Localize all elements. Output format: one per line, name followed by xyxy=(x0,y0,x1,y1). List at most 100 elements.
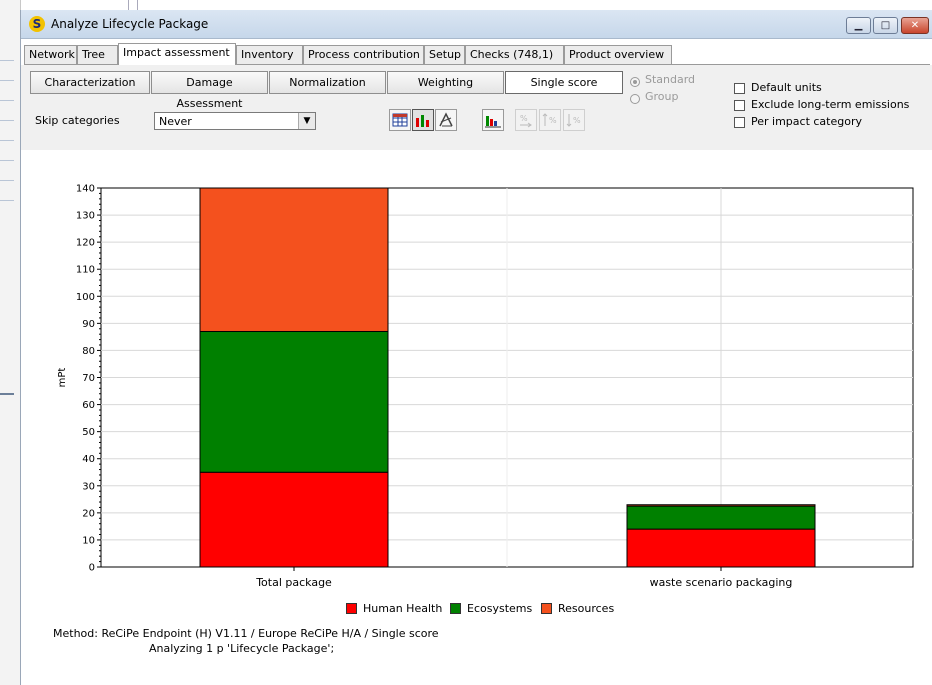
minimize-button[interactable]: ▁ xyxy=(846,17,871,34)
analyzing-text: Analyzing 1 p 'Lifecycle Package'; xyxy=(149,642,335,655)
percent-arrow-icon: % xyxy=(520,114,532,128)
subtab-weighting[interactable]: Weighting xyxy=(387,71,504,94)
background-line xyxy=(0,140,14,141)
background-line xyxy=(0,100,14,101)
subtab-normalization[interactable]: Normalization xyxy=(269,71,386,94)
chart-options-button[interactable] xyxy=(435,109,457,131)
legend-label-ecosystems: Ecosystems xyxy=(467,602,533,615)
skip-categories-label: Skip categories xyxy=(35,114,120,127)
x-tick-label: Total package xyxy=(255,576,332,589)
tab-tree[interactable]: Tree xyxy=(77,45,118,64)
bar-ecosystems xyxy=(199,330,389,473)
legend-swatch-human-health xyxy=(346,603,357,614)
default-units-checkbox[interactable] xyxy=(734,83,745,94)
y-tick-label: 30 xyxy=(82,481,95,492)
sort-descending-percent-button[interactable]: % xyxy=(563,109,585,131)
single-score-chart: 0 10 20 30 40 50 60 70 80 90 100 110 120 130 140 mPt Tot… xyxy=(57,184,914,589)
analysis-tab-strip: Network Tree Impact assessment Inventory… xyxy=(24,43,930,65)
close-button[interactable]: ✕ xyxy=(901,17,929,34)
skip-categories-value: Never xyxy=(159,115,192,128)
y-tick-label: 100 xyxy=(76,292,95,303)
group-radio-label: Group xyxy=(645,90,679,103)
standard-radio-label: Standard xyxy=(645,73,696,86)
sort-descending-percent-icon: % xyxy=(566,114,581,127)
window-title: Analyze Lifecycle Package xyxy=(51,17,209,31)
maximize-icon: □ xyxy=(880,20,891,31)
background-line xyxy=(0,160,14,161)
per-impact-category-checkbox[interactable] xyxy=(734,117,745,128)
y-tick-label: 60 xyxy=(82,400,95,411)
minimize-icon: ▁ xyxy=(854,20,863,31)
y-tick-label: 70 xyxy=(82,373,95,384)
legend-swatch-resources xyxy=(541,603,552,614)
close-icon: ✕ xyxy=(910,20,920,31)
tab-inventory[interactable]: Inventory xyxy=(236,45,303,64)
percent-arrow-button[interactable]: % xyxy=(515,109,537,131)
y-tick-label: 20 xyxy=(82,508,95,519)
y-tick-label: 120 xyxy=(76,238,95,249)
bar-human-health xyxy=(199,471,389,568)
tab-checks[interactable]: Checks (748,1) xyxy=(465,45,564,64)
bar-chart-button[interactable] xyxy=(412,109,434,131)
subtab-single-score[interactable]: Single score xyxy=(505,71,623,94)
y-axis-label: mPt xyxy=(57,368,68,388)
subtab-damage-assessment[interactable]: Damage Assessment xyxy=(151,71,268,110)
y-tick-label: 130 xyxy=(76,211,95,222)
legend-label-resources: Resources xyxy=(558,602,615,615)
bar-resources xyxy=(626,504,816,507)
sort-ascending-percent-button[interactable]: % xyxy=(539,109,561,131)
tab-setup[interactable]: Setup xyxy=(424,45,465,64)
background-line xyxy=(0,393,14,395)
legend-label-human-health: Human Health xyxy=(363,602,443,615)
background-line xyxy=(0,60,14,61)
title-bar[interactable]: S Analyze Lifecycle Package ▁ □ ✕ xyxy=(21,10,932,39)
options-panel: Characterization Damage Assessment Norma… xyxy=(21,65,932,150)
default-units-label: Default units xyxy=(751,81,822,94)
grouped-bar-button[interactable] xyxy=(482,109,504,131)
maximize-button[interactable]: □ xyxy=(873,17,898,34)
y-tick-label: 140 xyxy=(76,184,95,195)
table-view-icon xyxy=(392,113,408,127)
skip-categories-select[interactable]: Never ▼ xyxy=(154,112,316,130)
tab-process-contribution[interactable]: Process contribution xyxy=(303,45,424,64)
y-tick-label: 90 xyxy=(82,319,95,330)
analyze-window: S Analyze Lifecycle Package ▁ □ ✕ Networ… xyxy=(20,10,932,685)
y-tick-label: 0 xyxy=(89,563,95,574)
tab-network[interactable]: Network xyxy=(24,45,77,64)
method-text: Method: ReCiPe Endpoint (H) V1.11 / Euro… xyxy=(53,627,439,640)
svg-text:%: % xyxy=(573,116,581,125)
bar-ecosystems xyxy=(626,505,816,530)
grouped-bar-icon xyxy=(485,116,501,128)
background-line xyxy=(0,80,14,81)
subtab-characterization[interactable]: Characterization xyxy=(30,71,150,94)
chevron-down-icon[interactable]: ▼ xyxy=(298,113,315,129)
y-tick-label: 80 xyxy=(82,346,95,357)
tab-product-overview[interactable]: Product overview xyxy=(564,45,672,64)
legend-swatch-ecosystems xyxy=(450,603,461,614)
y-tick-label: 50 xyxy=(82,427,95,438)
sort-ascending-percent-icon: % xyxy=(542,113,557,126)
y-tick-label: 40 xyxy=(82,454,95,465)
y-tick-label: 110 xyxy=(76,265,95,276)
group-radio[interactable] xyxy=(630,94,640,104)
exclude-long-term-label: Exclude long-term emissions xyxy=(751,98,910,111)
app-logo-icon: S xyxy=(29,16,45,32)
standard-radio[interactable] xyxy=(630,77,640,87)
exclude-long-term-checkbox[interactable] xyxy=(734,100,745,111)
background-line xyxy=(0,120,14,121)
table-view-button[interactable] xyxy=(389,109,411,131)
y-tick-label: 10 xyxy=(82,535,95,546)
svg-text:%: % xyxy=(520,114,528,123)
tab-impact-assessment[interactable]: Impact assessment xyxy=(118,43,236,65)
background-strip xyxy=(0,0,932,10)
background-scroll-marks xyxy=(128,0,138,10)
svg-text:%: % xyxy=(549,116,557,125)
background-panel xyxy=(0,0,21,685)
per-impact-category-label: Per impact category xyxy=(751,115,862,128)
bar-resources xyxy=(199,187,389,332)
bar-human-health xyxy=(626,528,816,568)
chart-options-icon xyxy=(439,112,453,127)
background-line xyxy=(0,200,14,201)
bar-chart-icon xyxy=(416,115,429,127)
x-tick-label: waste scenario packaging xyxy=(650,576,793,589)
